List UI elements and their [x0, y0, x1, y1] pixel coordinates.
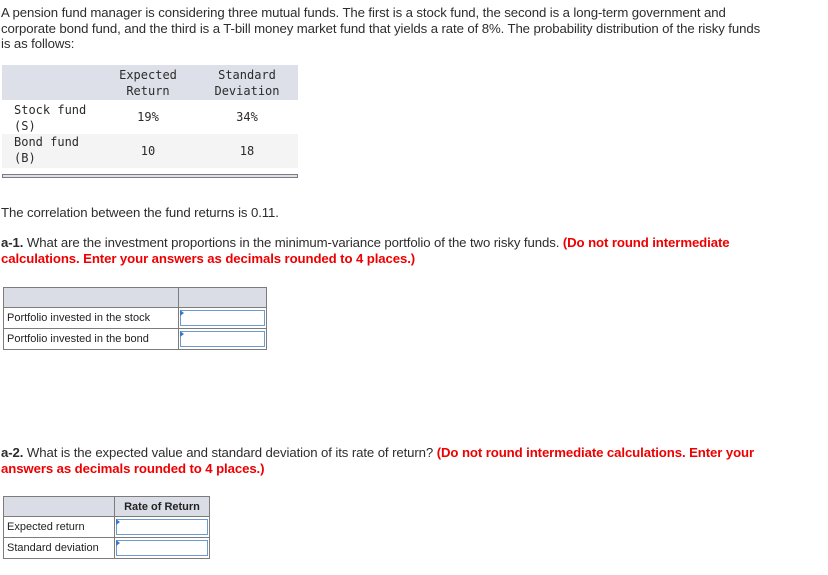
question-a1-label: a-1. — [1, 235, 24, 250]
question-a2-label: a-2. — [1, 445, 24, 460]
question-a2: a-2. What is the expected value and stan… — [1, 445, 827, 476]
table-row: Portfolio invested in the stock — [3, 307, 267, 329]
answer-table-a1: Portfolio invested in the stock Portfoli… — [3, 287, 267, 350]
header-std-line2: Deviation — [214, 84, 280, 98]
row-label-line2: (B) — [14, 151, 36, 165]
intro-line-1: A pension fund manager is considering th… — [1, 5, 726, 20]
table-row: Standard deviation — [3, 537, 210, 559]
header-expected-line1: Expected — [119, 68, 177, 82]
expected-return-input[interactable] — [116, 519, 208, 535]
table-row: Expected return — [3, 516, 210, 538]
stock-proportion-input[interactable] — [180, 310, 265, 326]
intro-line-3: is as follows: — [1, 36, 75, 51]
input-wrapper — [180, 310, 265, 326]
correlation-text: The correlation between the fund returns… — [1, 205, 279, 220]
row-label-line1: Bond fund — [14, 135, 80, 149]
question-a1: a-1. What are the investment proportions… — [1, 235, 827, 266]
question-a1-instruction-1: (Do not round intermediate — [562, 235, 730, 250]
row-label-line2: (S) — [14, 119, 36, 133]
table-row-stock-fund: Stock fund (S) 19% 34% — [2, 100, 298, 134]
std-dev-value: 34% — [236, 110, 258, 124]
answer-table-a1-header — [3, 287, 267, 308]
row-label-stock: Portfolio invested in the stock — [3, 307, 179, 329]
fund-table: Expected Return Standard Deviation Stock… — [2, 65, 298, 168]
intro-paragraph: A pension fund manager is considering th… — [1, 5, 760, 52]
expected-return-value: 19% — [137, 110, 159, 124]
bond-proportion-input[interactable] — [180, 331, 265, 347]
input-wrapper — [116, 519, 208, 535]
answer-flag-icon — [180, 310, 184, 316]
std-dev-value: 18 — [196, 134, 298, 168]
header-std-line1: Standard — [218, 68, 276, 82]
row-label: Bond fund (B) — [2, 134, 100, 168]
question-a2-text: What is the expected value and standard … — [23, 445, 437, 460]
answer-table-a2-header: Rate of Return — [3, 496, 210, 517]
answer-flag-icon — [180, 331, 184, 337]
input-cell — [114, 516, 210, 538]
header-expected-return: Expected Return — [100, 65, 196, 100]
row-label-standard-deviation: Standard deviation — [3, 537, 115, 559]
table-row-bond-fund: Bond fund (B) 10 18 — [2, 134, 298, 168]
horizontal-scrollbar[interactable] — [2, 174, 298, 178]
header-empty — [3, 287, 179, 308]
input-cell — [114, 537, 210, 559]
question-a1-instruction-2: calculations. Enter your answers as deci… — [1, 250, 416, 266]
answer-flag-icon — [116, 519, 120, 525]
question-a1-text: What are the investment proportions in t… — [23, 235, 563, 250]
intro-line-2: corporate bond fund, and the third is a … — [1, 20, 761, 36]
answer-table-a2: Rate of Return Expected return Standard … — [3, 496, 210, 559]
input-wrapper — [180, 331, 265, 347]
question-a2-instruction-1: (Do not round intermediate calculations.… — [436, 445, 755, 460]
fund-table-header: Expected Return Standard Deviation — [2, 65, 298, 100]
answer-flag-icon — [116, 540, 120, 546]
header-value — [178, 287, 267, 308]
header-standard-deviation: Standard Deviation — [196, 65, 298, 100]
header-empty — [2, 65, 100, 100]
question-a2-instruction-2: answers as decimals rounded to 4 places.… — [1, 460, 265, 476]
header-rate-of-return: Rate of Return — [114, 496, 210, 517]
header-empty — [3, 496, 115, 517]
row-label-line1: Stock fund — [14, 103, 87, 117]
input-cell — [178, 328, 267, 350]
expected-return-value: 10 — [100, 134, 196, 168]
input-cell — [178, 307, 267, 329]
table-row: Portfolio invested in the bond — [3, 328, 267, 350]
input-wrapper — [116, 540, 208, 556]
row-label: Stock fund (S) — [2, 100, 100, 134]
row-label-bond: Portfolio invested in the bond — [3, 328, 179, 350]
header-expected-line2: Return — [126, 84, 170, 98]
standard-deviation-input[interactable] — [116, 540, 208, 556]
row-label-expected-return: Expected return — [3, 516, 115, 538]
